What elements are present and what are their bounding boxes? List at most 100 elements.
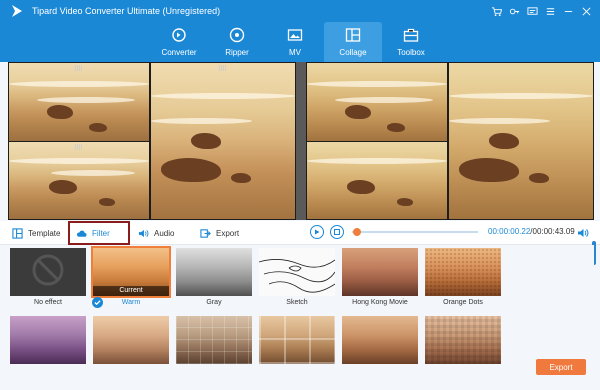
filter-label: Gray: [206, 299, 222, 306]
preview-divider: [296, 62, 306, 220]
mv-icon: [287, 29, 303, 41]
export-button[interactable]: Export: [536, 359, 586, 375]
filter-thumb[interactable]: [176, 316, 252, 364]
window-title: Tipard Video Converter Ultimate (Unregis…: [32, 6, 221, 16]
filter-label: Hong Kong Movie: [352, 299, 408, 306]
timeline-slider[interactable]: [352, 228, 478, 236]
output-cell-3: [307, 142, 447, 219]
filter-gallery: No effect Current Warm Gray Sketch Hong …: [0, 245, 594, 390]
nav-collage[interactable]: Collage: [324, 22, 382, 62]
grid-preview: [176, 316, 252, 364]
nav-label: Converter: [161, 48, 197, 57]
key-icon[interactable]: [506, 3, 522, 19]
filter-label: Warm: [121, 299, 141, 306]
gray-preview: [176, 248, 252, 296]
minimize-icon[interactable]: [560, 3, 576, 19]
tab-label: Export: [216, 228, 240, 238]
output-preview: [306, 62, 594, 220]
filter-sketch[interactable]: [259, 248, 335, 296]
filter-label: Sketch: [286, 299, 308, 306]
sketch-preview: [259, 259, 335, 293]
export-icon: [200, 228, 211, 238]
stop-button[interactable]: [330, 225, 344, 239]
chat-icon[interactable]: [524, 3, 540, 19]
collage-cell-1[interactable]: [9, 63, 149, 141]
edit-toolbar: Template Filter Audio Export 00:00:00.22…: [0, 221, 600, 245]
collage-preview[interactable]: [8, 62, 296, 220]
tiles-preview: [259, 316, 335, 364]
nav-mv[interactable]: MV: [266, 22, 324, 62]
nav-label: Ripper: [225, 48, 249, 57]
light-preview: [93, 316, 169, 364]
filter-warm[interactable]: Current: [91, 246, 171, 298]
cloud-icon: [76, 230, 87, 237]
filter-label: No effect: [34, 299, 62, 306]
converter-icon: [172, 28, 186, 42]
purple-preview: [10, 316, 86, 364]
nav-label: Toolbox: [397, 48, 425, 57]
drag-handle[interactable]: [75, 65, 83, 71]
beach-image: [9, 142, 149, 219]
filter-hong-kong-movie[interactable]: [342, 248, 418, 296]
beach-image: [9, 63, 149, 141]
filter-thumb[interactable]: [93, 316, 169, 364]
title-bar: Tipard Video Converter Ultimate (Unregis…: [0, 0, 600, 22]
app-header: Tipard Video Converter Ultimate (Unregis…: [0, 0, 600, 62]
app-logo-icon: [12, 5, 22, 17]
nav-label: Collage: [339, 48, 367, 57]
current-badge: Current: [93, 286, 169, 296]
filter-gray[interactable]: [176, 248, 252, 296]
tab-export[interactable]: Export: [200, 223, 239, 243]
drag-handle[interactable]: [219, 65, 227, 71]
collage-cell-3[interactable]: [9, 142, 149, 219]
output-cell-1: [307, 63, 447, 141]
collage-cell-2[interactable]: [151, 63, 295, 219]
ripper-icon: [229, 27, 245, 43]
pixel-preview: [425, 316, 501, 364]
filter-no-effect[interactable]: [10, 248, 86, 296]
tab-template[interactable]: Template: [12, 223, 60, 243]
no-effect-icon: [32, 254, 64, 286]
main-nav: Converter Ripper MV Collage Toolbox: [150, 22, 440, 62]
nav-converter[interactable]: Converter: [150, 22, 208, 62]
tab-label: Audio: [154, 228, 175, 238]
dots-preview: [425, 248, 501, 296]
beach-image: [307, 63, 447, 141]
beach-image: [151, 63, 295, 219]
timeline-knob[interactable]: [353, 228, 362, 236]
tab-label: Template: [28, 228, 61, 238]
filter-orange-dots[interactable]: [425, 248, 501, 296]
play-icon: [315, 229, 320, 235]
hk-preview: [342, 248, 418, 296]
volume-icon[interactable]: [577, 227, 589, 239]
stop-icon: [334, 229, 340, 235]
film-preview: [342, 316, 418, 364]
speaker-icon: [138, 229, 149, 237]
filter-label: Orange Dots: [443, 299, 483, 306]
tab-label: Filter: [92, 228, 110, 238]
total-time: /00:00:43.09: [530, 227, 575, 236]
close-icon[interactable]: [578, 3, 594, 19]
play-button[interactable]: [310, 225, 324, 239]
filter-thumb[interactable]: [425, 316, 501, 364]
time-display: 00:00:00.22/00:00:43.09: [488, 227, 575, 236]
menu-icon[interactable]: [542, 3, 558, 19]
nav-toolbox[interactable]: Toolbox: [382, 22, 440, 62]
beach-image: [307, 142, 447, 219]
filter-thumb[interactable]: [10, 316, 86, 364]
collage-icon: [345, 28, 361, 42]
template-icon: [12, 227, 23, 239]
cart-icon[interactable]: [488, 3, 504, 19]
filter-thumb[interactable]: [342, 316, 418, 364]
toolbox-icon: [403, 28, 419, 42]
beach-image: [449, 63, 593, 219]
drag-handle[interactable]: [75, 144, 83, 150]
nav-label: MV: [289, 48, 301, 57]
tab-filter[interactable]: Filter: [68, 221, 130, 245]
output-cell-2: [449, 63, 593, 219]
nav-ripper[interactable]: Ripper: [208, 22, 266, 62]
window-controls: [488, 3, 594, 19]
filter-thumb[interactable]: [259, 316, 335, 364]
tab-audio[interactable]: Audio: [138, 223, 174, 243]
current-time: 00:00:00.22: [488, 227, 531, 236]
